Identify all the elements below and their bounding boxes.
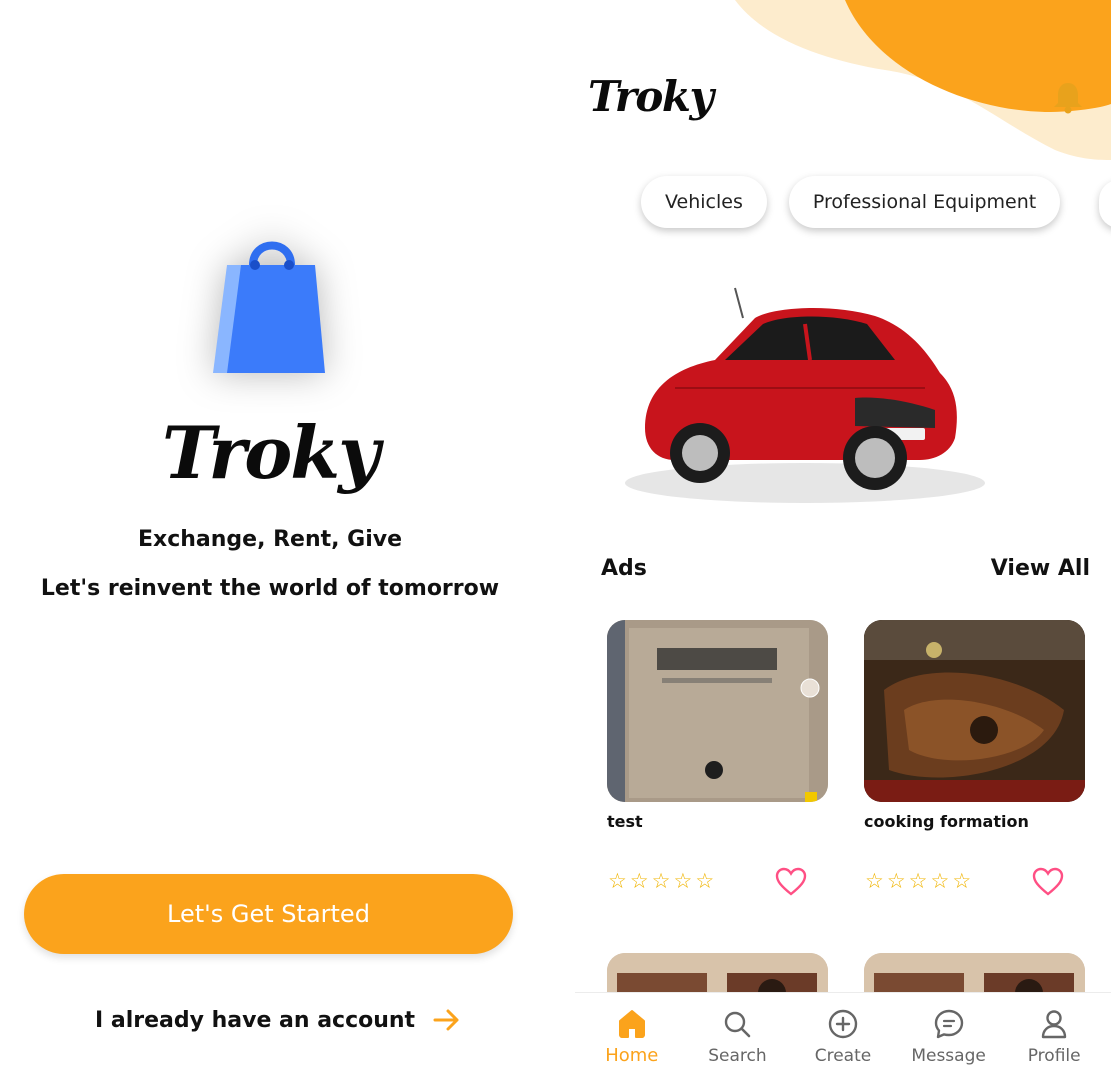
subtagline: Let's reinvent the world of tomorrow xyxy=(40,576,500,601)
bottom-navigation: Home Search Create Message Profile xyxy=(575,992,1111,1080)
star-icon: ☆ xyxy=(651,869,671,893)
ad-title[interactable]: cooking formation xyxy=(864,812,1029,831)
shopping-bag-icon xyxy=(195,225,345,390)
nav-label: Search xyxy=(708,1045,767,1066)
category-chip-vehicles[interactable]: Vehicles xyxy=(641,176,767,228)
hero-car-image[interactable] xyxy=(605,278,985,518)
nav-label: Message xyxy=(911,1045,986,1066)
login-link[interactable]: I already have an account xyxy=(95,1003,461,1037)
home-icon xyxy=(618,1010,645,1038)
nav-label: Home xyxy=(605,1045,659,1066)
nav-profile[interactable]: Profile xyxy=(1006,1008,1102,1066)
get-started-button[interactable]: Let's Get Started xyxy=(24,874,513,954)
user-icon xyxy=(1041,1009,1067,1038)
chat-icon xyxy=(934,1009,963,1038)
rating-stars: ☆ ☆ ☆ ☆ ☆ xyxy=(865,871,971,892)
welcome-screen: Troky Exchange, Rent, Give Let's reinven… xyxy=(0,0,540,1080)
star-icon: ☆ xyxy=(673,869,693,893)
search-icon xyxy=(725,1011,751,1037)
nav-label: Profile xyxy=(1027,1045,1081,1066)
home-screen: Troky Vehicles Professional Equipment Ad… xyxy=(575,0,1111,1080)
heart-icon[interactable] xyxy=(1032,867,1064,897)
nav-create[interactable]: Create xyxy=(795,1008,891,1066)
view-all-link[interactable]: View All xyxy=(991,556,1090,581)
star-icon: ☆ xyxy=(908,869,928,893)
nav-search[interactable]: Search xyxy=(689,1008,785,1066)
ad-image-book[interactable] xyxy=(607,620,828,802)
nav-label: Create xyxy=(814,1045,872,1066)
app-logo-text: Troky xyxy=(588,72,714,121)
star-icon: ☆ xyxy=(629,869,649,893)
star-icon: ☆ xyxy=(952,869,972,893)
rating-stars: ☆ ☆ ☆ ☆ ☆ xyxy=(608,871,714,892)
star-icon: ☆ xyxy=(865,869,884,893)
arrow-right-icon xyxy=(433,1009,459,1031)
ad-image-food[interactable] xyxy=(864,620,1085,802)
heart-icon[interactable] xyxy=(775,867,807,897)
tagline: Exchange, Rent, Give xyxy=(137,527,403,552)
ads-section-title: Ads xyxy=(601,556,647,581)
bell-icon[interactable] xyxy=(1051,80,1085,114)
ad-title[interactable]: test xyxy=(607,812,643,831)
star-icon: ☆ xyxy=(695,869,715,893)
star-icon: ☆ xyxy=(886,869,906,893)
category-chip-professional-equipment[interactable]: Professional Equipment xyxy=(788,176,1061,228)
star-icon: ☆ xyxy=(930,869,950,893)
plus-circle-icon xyxy=(828,1009,858,1038)
nav-message[interactable]: Message xyxy=(901,1008,997,1066)
nav-home[interactable]: Home xyxy=(584,1007,680,1066)
login-link-label: I already have an account xyxy=(95,1007,416,1033)
app-logo-text: Troky xyxy=(161,410,380,495)
star-icon: ☆ xyxy=(608,869,627,893)
category-chips: Vehicles Professional Equipment xyxy=(641,176,1061,228)
